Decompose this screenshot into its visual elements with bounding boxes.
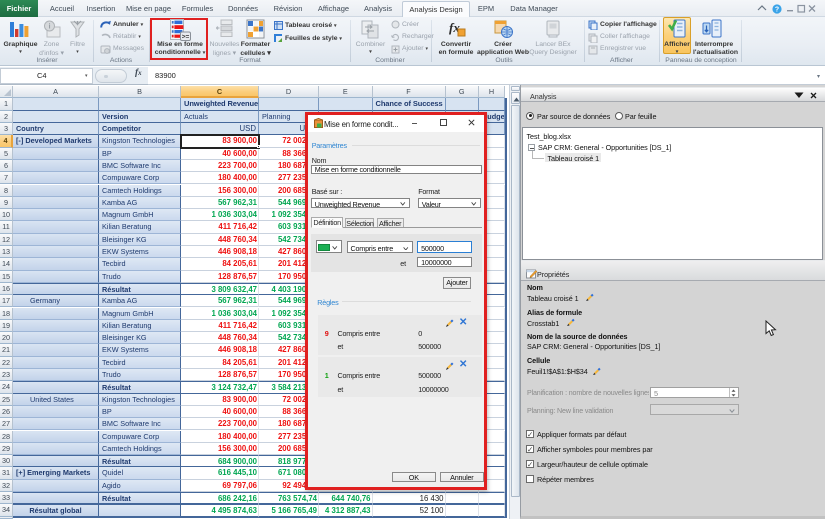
- svg-text:i: i: [48, 22, 50, 31]
- svg-text:>=: >=: [182, 34, 190, 41]
- svg-text:?: ?: [775, 7, 779, 14]
